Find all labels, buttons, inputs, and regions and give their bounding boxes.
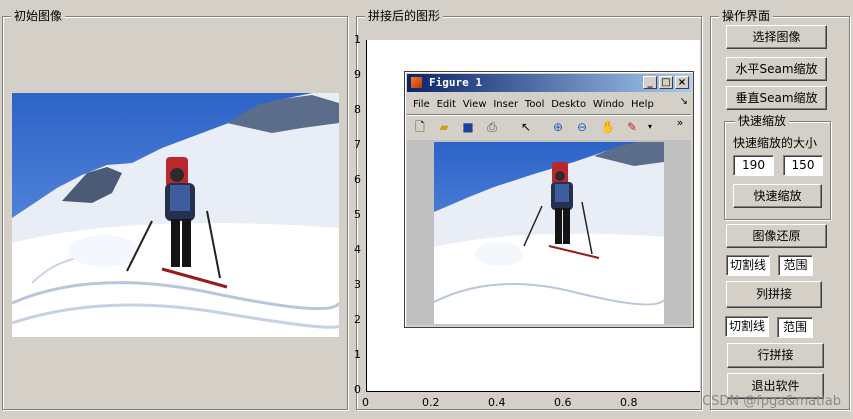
quick-scale-button[interactable]: 快速缩放 — [733, 184, 822, 208]
zoom-out-icon[interactable]: ⊖ — [573, 118, 591, 136]
menu-insert[interactable]: Inser — [493, 99, 518, 110]
maximize-icon[interactable]: □ — [659, 76, 673, 89]
column-range-input[interactable]: 范围 — [778, 255, 813, 276]
y-tick-label: 9 — [354, 68, 361, 81]
print-icon[interactable]: ⎙ — [483, 118, 501, 136]
x-tick-label: 0.8 — [620, 396, 638, 409]
x-tick-label: 0.2 — [422, 396, 440, 409]
figure-title: Figure 1 — [429, 76, 482, 89]
figure-titlebar[interactable]: Figure 1 _ □ × — [407, 74, 691, 92]
quick-scale-width-input[interactable]: 190 — [733, 155, 774, 176]
minimize-icon[interactable]: _ — [643, 76, 657, 89]
row-range-input[interactable]: 范围 — [777, 317, 813, 338]
figure-toolbar-divider — [407, 114, 691, 116]
x-tick-label: 0.4 — [488, 396, 506, 409]
x-tick-label: 0 — [362, 396, 369, 409]
menu-view[interactable]: View — [463, 99, 487, 110]
figure-window[interactable]: Figure 1 _ □ × File Edit View Inser Tool… — [404, 71, 694, 328]
initial-image — [12, 93, 339, 337]
stitched-title: 拼接后的图形 — [365, 9, 444, 23]
pan-hand-icon[interactable]: ✋ — [599, 118, 617, 136]
matlab-logo-icon — [411, 77, 422, 88]
quick-scale-title: 快速缩放 — [735, 114, 790, 128]
quick-scale-size-label: 快速缩放的大小 — [733, 136, 818, 150]
vertical-seam-button[interactable]: 垂直Seam缩放 — [726, 86, 827, 110]
figure-image — [434, 142, 664, 324]
y-tick-label: 1 — [354, 33, 361, 46]
column-stitch-button[interactable]: 列拼接 — [726, 281, 822, 308]
toolbar-overflow-icon[interactable]: » — [671, 114, 689, 132]
y-tick-label: 0 — [354, 383, 361, 396]
menu-tools[interactable]: Tool — [525, 99, 544, 110]
x-tick-label: 0.6 — [554, 396, 572, 409]
watermark: CSDN @fpga&matlab — [702, 394, 841, 409]
menu-edit[interactable]: Edit — [437, 99, 456, 110]
y-tick-label: 3 — [354, 278, 361, 291]
row-stitch-button[interactable]: 行拼接 — [727, 343, 824, 368]
y-tick-label: 2 — [354, 313, 361, 326]
select-image-button[interactable]: 选择图像 — [726, 25, 827, 49]
row-cut-line-input[interactable]: 切割线 — [725, 316, 769, 337]
close-icon[interactable]: × — [675, 76, 689, 89]
dropdown-arrow-icon[interactable]: ▾ — [641, 118, 659, 136]
y-tick-label: 8 — [354, 103, 361, 116]
save-icon[interactable]: ■ — [459, 118, 477, 136]
y-tick-label: 7 — [354, 138, 361, 151]
menu-desktop[interactable]: Deskto — [551, 99, 586, 110]
operations-title: 操作界面 — [719, 9, 774, 23]
y-tick-label: 6 — [354, 173, 361, 186]
y-tick-label: 5 — [354, 208, 361, 221]
figure-menubar: File Edit View Inser Tool Deskto Windo H… — [413, 96, 689, 112]
column-cut-line-input[interactable]: 切割线 — [726, 255, 770, 276]
pointer-icon[interactable]: ↖ — [517, 118, 535, 136]
initial-image-title: 初始图像 — [11, 9, 66, 23]
y-tick-label: 4 — [354, 243, 361, 256]
y-tick-label: 1 — [354, 348, 361, 361]
restore-image-button[interactable]: 图像还原 — [726, 224, 827, 248]
data-brush-icon[interactable]: ✎ — [623, 118, 641, 136]
menu-dock-arrow-icon[interactable]: ↘ — [680, 96, 688, 107]
horizontal-seam-button[interactable]: 水平Seam缩放 — [726, 57, 827, 81]
open-folder-icon[interactable]: ▰ — [435, 118, 453, 136]
zoom-in-icon[interactable]: ⊕ — [549, 118, 567, 136]
menu-window[interactable]: Windo — [593, 99, 624, 110]
menu-file[interactable]: File — [413, 99, 430, 110]
quick-scale-height-input[interactable]: 150 — [783, 155, 823, 176]
menu-help[interactable]: Help — [631, 99, 654, 110]
new-figure-icon[interactable]: 🗋 — [411, 118, 429, 136]
